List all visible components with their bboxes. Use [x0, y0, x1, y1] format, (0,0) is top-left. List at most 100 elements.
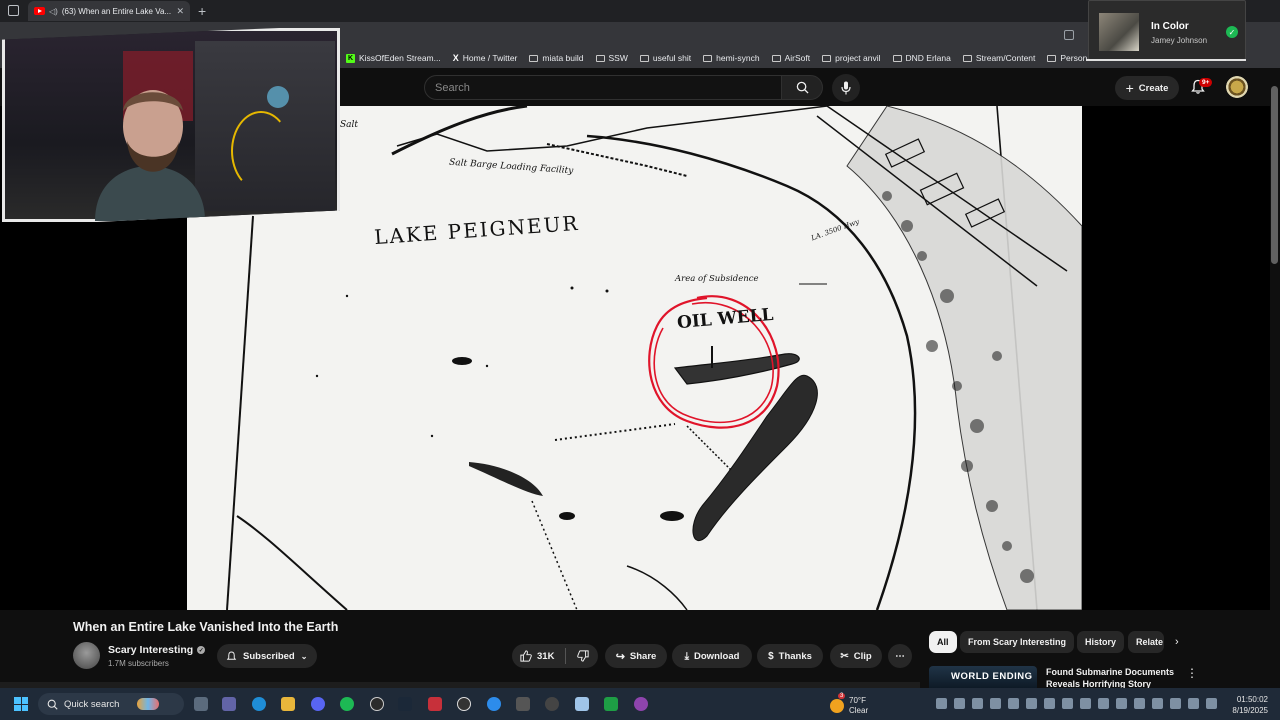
tab-title: (63) When an Entire Lake Va...	[61, 6, 172, 16]
bookmark-twitter[interactable]: X Home / Twitter	[453, 53, 518, 63]
folder-icon	[822, 54, 832, 62]
chip-related[interactable]: Relate	[1128, 631, 1164, 653]
app-icon-circle[interactable]	[545, 697, 559, 711]
streaming-app-icon[interactable]	[428, 697, 442, 711]
search-input[interactable]: Search	[424, 75, 782, 100]
share-button[interactable]: ↪ Share	[605, 644, 667, 668]
folder-icon	[962, 54, 972, 62]
bookmark-folder-useful[interactable]: useful shit	[639, 53, 691, 63]
spotify-icon[interactable]	[340, 697, 354, 711]
usb-icon[interactable]	[1152, 698, 1163, 709]
search-icon	[796, 81, 809, 94]
plus-icon: +	[1125, 80, 1134, 96]
volume-icon[interactable]	[1206, 698, 1217, 709]
folder-icon	[639, 54, 649, 62]
bookmark-folder-hemi-synch[interactable]: hemi-synch	[703, 53, 760, 63]
extensions-icon[interactable]	[1064, 30, 1074, 40]
create-button[interactable]: + Create	[1115, 76, 1179, 100]
search-highlight-icon	[137, 698, 160, 710]
folder-icon	[771, 54, 781, 62]
chip-history[interactable]: History	[1077, 631, 1125, 653]
tray-app-icon[interactable]	[1026, 698, 1037, 709]
network-icon[interactable]	[1188, 698, 1199, 709]
bookmark-folder-ssw[interactable]: SSW	[595, 53, 628, 63]
chevron-right-icon[interactable]: ›	[1175, 636, 1179, 648]
tray-app-icon[interactable]	[954, 698, 965, 709]
folder-icon	[595, 54, 605, 62]
tray-app-icon[interactable]	[1080, 698, 1091, 709]
taskbar-clock[interactable]: 01:50:02 8/19/2025	[1222, 694, 1268, 716]
microphone-icon[interactable]	[1170, 698, 1181, 709]
bookmark-folder-stream[interactable]: Stream/Content	[962, 53, 1035, 63]
teams-icon[interactable]	[222, 697, 236, 711]
windows-start-icon[interactable]	[14, 697, 28, 711]
now-playing-song: In Color	[1151, 21, 1189, 32]
system-tray	[936, 698, 1217, 709]
tray-app-icon[interactable]	[1008, 698, 1019, 709]
notepad-icon[interactable]	[575, 697, 589, 711]
close-tab-icon[interactable]: ✕	[176, 6, 184, 17]
download-icon: ⤓	[684, 650, 690, 662]
tray-app-icon[interactable]	[990, 698, 1001, 709]
speaker-icon[interactable]: ◁)	[49, 7, 58, 16]
steam-icon[interactable]	[398, 697, 412, 711]
tray-app-icon[interactable]	[1062, 698, 1073, 709]
discord-icon[interactable]	[311, 697, 325, 711]
streamer-figure	[95, 90, 205, 221]
chevron-up-icon[interactable]	[936, 698, 947, 709]
bookmark-folder-airsoft[interactable]: AirSoft	[771, 53, 810, 63]
like-button[interactable]: 31K	[520, 650, 554, 662]
bookmark-folder-miata[interactable]: miata build	[529, 53, 584, 63]
tray-app-icon[interactable]	[1116, 698, 1127, 709]
bell-icon	[226, 651, 237, 660]
app-icon-purple[interactable]	[634, 697, 648, 711]
recommended-video-title[interactable]: Found Submarine Documents Reveals Horrif…	[1046, 666, 1174, 688]
more-actions-button[interactable]: ⋯	[888, 644, 912, 668]
webcam-lamp	[267, 86, 289, 108]
task-view-icon[interactable]	[194, 697, 208, 711]
bluetooth-icon[interactable]	[1134, 698, 1145, 709]
tray-app-icon[interactable]	[1098, 698, 1109, 709]
channel-name[interactable]: Scary Interesting ✓	[108, 644, 206, 656]
subscriber-count: 1.7M subscribers	[108, 659, 169, 668]
new-tab-icon[interactable]: +	[198, 4, 206, 18]
clock-date: 8/19/2025	[1232, 706, 1268, 715]
tray-app-icon[interactable]	[972, 698, 983, 709]
folder-icon	[892, 54, 902, 62]
settings-app-icon[interactable]	[457, 697, 471, 711]
subscribed-button[interactable]: Subscribed ⌄	[217, 644, 317, 668]
weather-widget[interactable]: 70°F Clear	[830, 696, 868, 716]
spreadsheet-icon[interactable]	[604, 697, 618, 711]
bookmark-kissofeden[interactable]: K KissOfEden Stream...	[346, 53, 441, 63]
toast-underline	[1086, 59, 1246, 61]
thanks-button[interactable]: $ Thanks	[757, 644, 823, 668]
map-label-area-of-subsidence: Area of Subsidence	[675, 274, 759, 284]
edge-browser-icon[interactable]	[252, 697, 266, 711]
app-icon-gray[interactable]	[516, 697, 530, 711]
now-playing-toast[interactable]: In Color Jamey Johnson ✓	[1088, 0, 1246, 60]
search-button[interactable]	[781, 75, 823, 100]
tab-youtube[interactable]: ◁) (63) When an Entire Lake Va... ✕	[28, 1, 190, 21]
clip-button[interactable]: ✂ Clip	[830, 644, 882, 668]
clock-time: 01:50:02	[1236, 695, 1268, 704]
folder-icon	[529, 54, 539, 62]
scrollbar-thumb[interactable]	[1271, 86, 1278, 264]
tray-app-icon[interactable]	[1044, 698, 1055, 709]
account-avatar[interactable]	[1226, 76, 1248, 98]
recommended-thumbnail[interactable]: WORLD ENDING	[929, 666, 1037, 688]
obs-icon[interactable]	[370, 697, 384, 711]
download-button[interactable]: ⤓ Download	[672, 644, 752, 668]
file-explorer-icon[interactable]	[281, 697, 295, 711]
app-icon-blue[interactable]	[487, 697, 501, 711]
screen: ◁) (63) When an Entire Lake Va... ✕ + KK…	[0, 0, 1280, 720]
bookmark-folder-dnd[interactable]: DND Erlana	[892, 53, 951, 63]
chip-from-channel[interactable]: From Scary Interesting	[960, 631, 1075, 653]
tab-actions-icon[interactable]	[8, 5, 19, 16]
thumbs-down-icon[interactable]	[577, 650, 590, 662]
more-vertical-icon[interactable]: ⋮	[1186, 666, 1198, 680]
channel-avatar[interactable]	[73, 642, 100, 669]
taskbar-search[interactable]: Quick search	[38, 693, 184, 715]
chip-all[interactable]: All	[929, 631, 957, 653]
bookmark-folder-project-anvil[interactable]: project anvil	[822, 53, 881, 63]
voice-search-button[interactable]	[832, 74, 860, 102]
